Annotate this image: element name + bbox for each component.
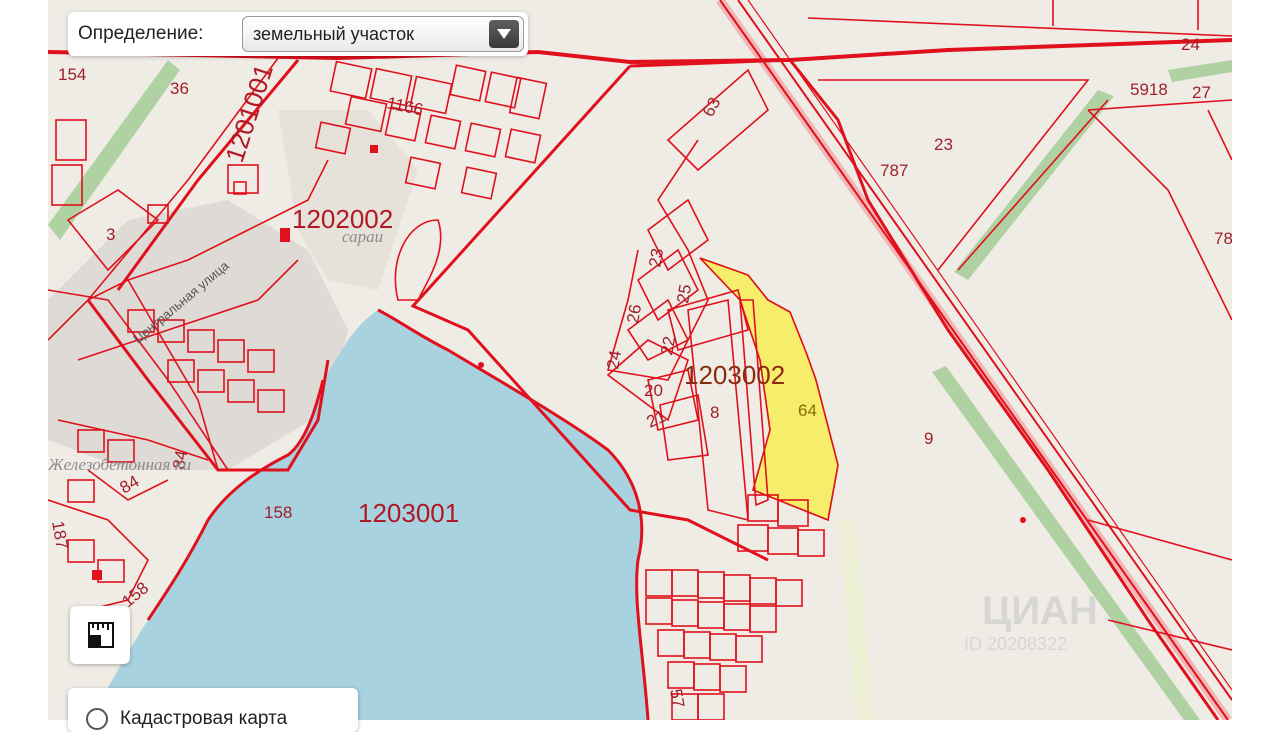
plot-label: 787 — [880, 161, 908, 180]
place-label-lake: Железобетонная ки — [48, 455, 191, 474]
plot-label: 36 — [170, 79, 189, 98]
plot-label: 5918 — [1130, 80, 1168, 99]
plot-label: 27 — [1192, 83, 1211, 102]
definition-label: Определение: — [78, 23, 204, 44]
watermark-brand: ЦИАН — [982, 589, 1098, 633]
plot-label: 78 — [1214, 229, 1232, 248]
definition-select[interactable]: земельный участок — [242, 16, 524, 52]
plot-label: 20 — [644, 381, 663, 400]
plot-label: 154 — [58, 65, 86, 84]
plot-label: 57 — [666, 687, 688, 709]
cadastral-map[interactable]: 1201001 1202002 1203002 1203001 154 36 1… — [48, 0, 1232, 720]
plot-label: 26 — [623, 303, 645, 325]
plot-label: 158 — [264, 503, 292, 522]
measure-tool-button[interactable] — [70, 606, 130, 664]
chevron-down-icon[interactable] — [489, 20, 519, 48]
plot-label: 64 — [798, 401, 817, 420]
layer-toggle-panel[interactable]: Кадастровая карта — [68, 688, 358, 732]
definition-selected-value: земельный участок — [253, 24, 414, 44]
plot-label: 24 — [1181, 35, 1200, 54]
ruler-icon — [88, 622, 114, 648]
quarter-1203001: 1203001 — [358, 498, 459, 528]
plot-label: 3 — [106, 225, 115, 244]
layer-radio[interactable] — [86, 708, 108, 730]
plot-label: 24 — [603, 349, 625, 371]
plot-label: 8 — [710, 403, 719, 422]
quarter-1203002: 1203002 — [684, 360, 785, 390]
plot-label: 23 — [934, 135, 953, 154]
right-frame — [1232, 0, 1280, 720]
watermark-id: ID 20208322 — [964, 634, 1067, 654]
layer-label: Кадастровая карта — [120, 708, 288, 729]
plot-label: 23 — [645, 247, 667, 269]
left-frame — [0, 0, 48, 720]
plot-label: 25 — [673, 283, 695, 305]
place-label-sarai: сараи — [342, 227, 383, 246]
plot-label: 9 — [924, 429, 933, 448]
plot-label: 22 — [657, 335, 679, 357]
definition-panel: Определение: земельный участок — [68, 12, 528, 56]
